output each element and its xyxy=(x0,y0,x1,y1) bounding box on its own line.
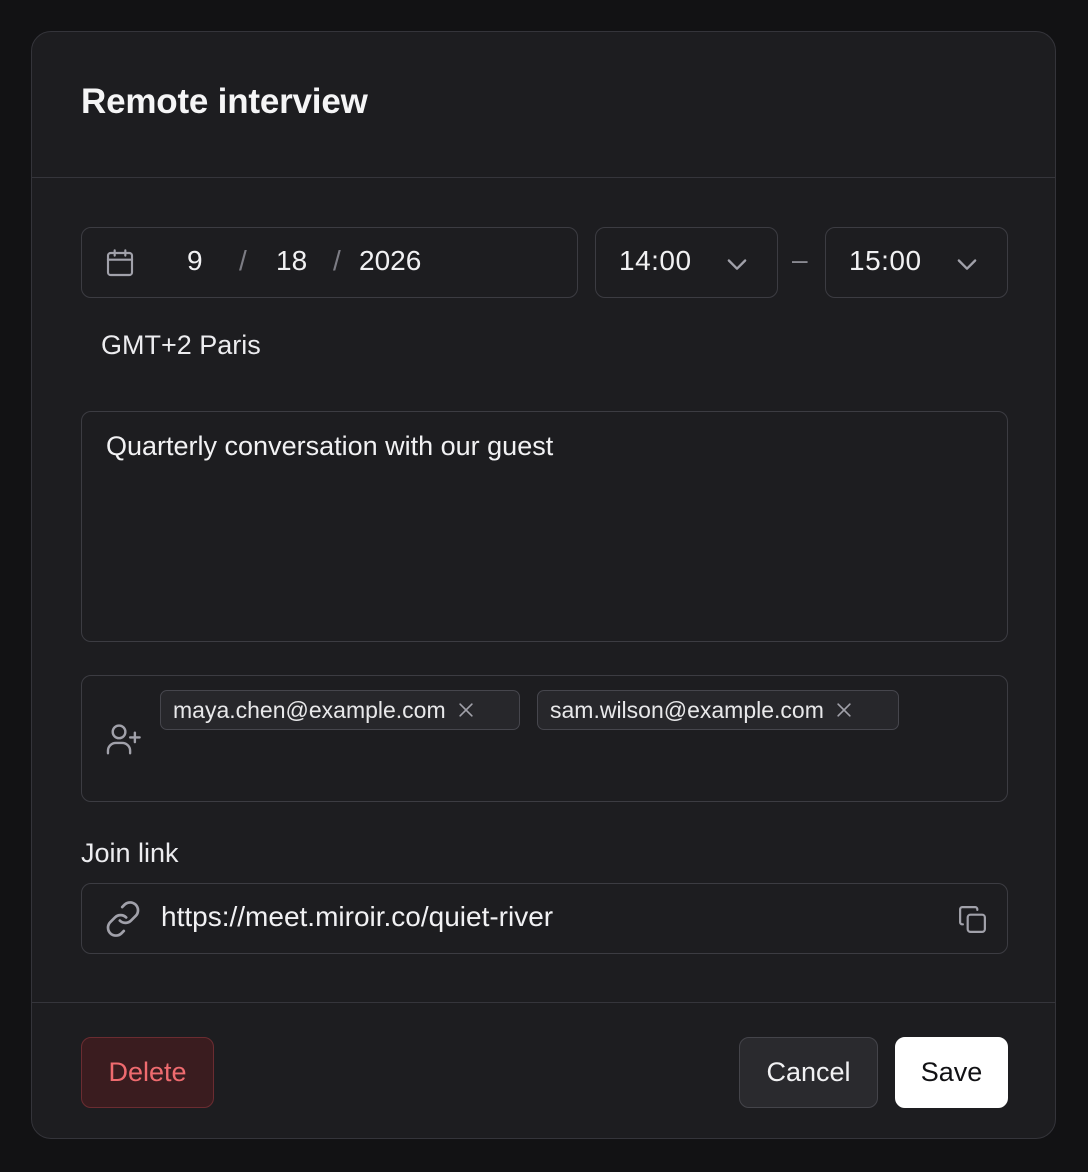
time-range-dash: – xyxy=(792,244,808,275)
date-year-segment[interactable]: 2026 xyxy=(359,245,421,277)
guests-field[interactable]: maya.chen@example.com sam.wilson@example… xyxy=(81,675,1008,802)
end-time-select[interactable]: 15:00 xyxy=(825,227,1008,298)
chevron-down-icon xyxy=(727,259,747,270)
add-user-icon xyxy=(106,724,141,755)
join-link-label: Join link xyxy=(81,838,179,868)
guest-chip: sam.wilson@example.com xyxy=(537,690,899,730)
description-value: Quarterly conversation with our guest xyxy=(106,431,554,461)
close-icon[interactable] xyxy=(456,700,476,720)
date-separator: / xyxy=(333,245,341,276)
save-button[interactable]: Save xyxy=(895,1037,1008,1108)
dialog-footer: Delete Cancel Save xyxy=(32,1002,1055,1138)
guest-chip: maya.chen@example.com xyxy=(160,690,520,730)
dialog-title: Remote interview xyxy=(81,82,368,121)
guest-chip-email: maya.chen@example.com xyxy=(173,696,446,723)
delete-button[interactable]: Delete xyxy=(81,1037,214,1108)
join-link-url[interactable]: https://meet.miroir.co/quiet-river xyxy=(161,901,553,933)
date-separator: / xyxy=(239,245,247,276)
timezone-label[interactable]: GMT+2 Paris xyxy=(101,330,261,361)
date-field[interactable]: 9 / 18 / 2026 xyxy=(81,227,578,298)
cancel-button[interactable]: Cancel xyxy=(739,1037,878,1108)
event-dialog: Remote interview 9 / 18 / 2026 14:00 – 1… xyxy=(31,31,1056,1139)
close-icon[interactable] xyxy=(834,700,854,720)
date-month-segment[interactable]: 9 xyxy=(187,245,203,277)
calendar-icon[interactable] xyxy=(104,247,136,279)
date-day-segment[interactable]: 18 xyxy=(276,245,307,277)
copy-icon[interactable] xyxy=(956,903,989,936)
start-time-select[interactable]: 14:00 xyxy=(595,227,778,298)
description-textarea[interactable]: Quarterly conversation with our guest xyxy=(81,411,1008,642)
dialog-header: Remote interview xyxy=(32,32,1055,178)
link-icon xyxy=(106,901,140,937)
guest-chip-email: sam.wilson@example.com xyxy=(550,696,824,723)
start-time-value: 14:00 xyxy=(619,245,692,276)
join-link-field[interactable]: https://meet.miroir.co/quiet-river xyxy=(81,883,1008,954)
end-time-value: 15:00 xyxy=(849,245,922,276)
chevron-down-icon xyxy=(957,259,977,270)
